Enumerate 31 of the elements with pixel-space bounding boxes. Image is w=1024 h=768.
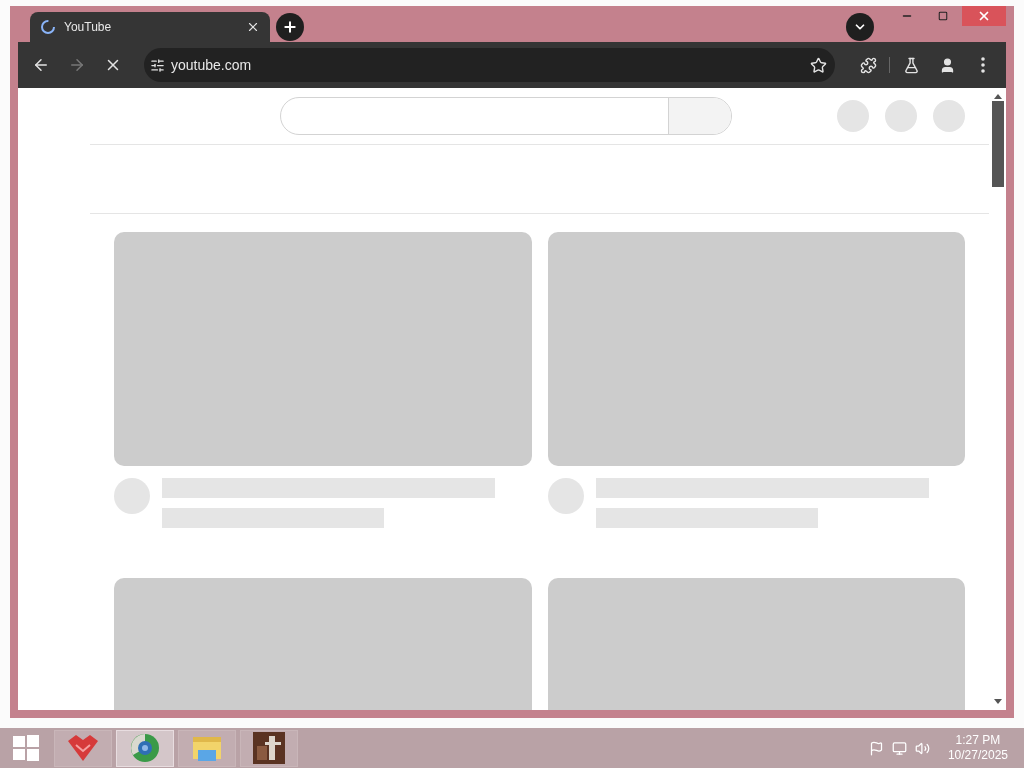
site-settings-icon[interactable] — [150, 57, 165, 73]
flask-icon — [902, 56, 920, 74]
icon-placeholder — [885, 100, 917, 132]
menu-icon — [981, 57, 985, 73]
clock-date: 10/27/2025 — [947, 748, 1008, 763]
url-text: youtube.com — [171, 57, 253, 73]
globe-icon — [130, 733, 160, 763]
tab-title: YouTube — [64, 20, 113, 34]
avatar-placeholder — [548, 478, 584, 514]
maximize-icon — [938, 11, 948, 21]
clock-time: 1:27 PM — [955, 733, 1001, 748]
taskbar-app-button[interactable] — [116, 729, 174, 767]
plus-icon — [282, 19, 298, 35]
address-bar[interactable]: youtube.com — [144, 48, 835, 82]
avatar-placeholder — [933, 100, 965, 132]
bookmark-star-icon[interactable] — [810, 56, 827, 74]
avatar-placeholder — [114, 478, 150, 514]
puzzle-icon — [859, 56, 877, 74]
forward-arrow-icon — [68, 56, 86, 74]
new-tab-button[interactable] — [276, 13, 304, 41]
browser-tab[interactable]: YouTube — [30, 12, 270, 42]
windows-logo-icon — [13, 735, 39, 761]
icon-placeholder — [837, 100, 869, 132]
taskbar-app-button[interactable] — [240, 729, 298, 767]
fox-logo-icon — [66, 735, 100, 761]
scroll-down-icon[interactable] — [993, 699, 1002, 704]
scroll-thumb[interactable] — [991, 101, 1004, 187]
tab-search-button[interactable] — [846, 13, 874, 41]
close-tab-icon[interactable] — [246, 20, 260, 34]
close-icon — [977, 9, 991, 23]
photo-icon — [253, 732, 285, 764]
